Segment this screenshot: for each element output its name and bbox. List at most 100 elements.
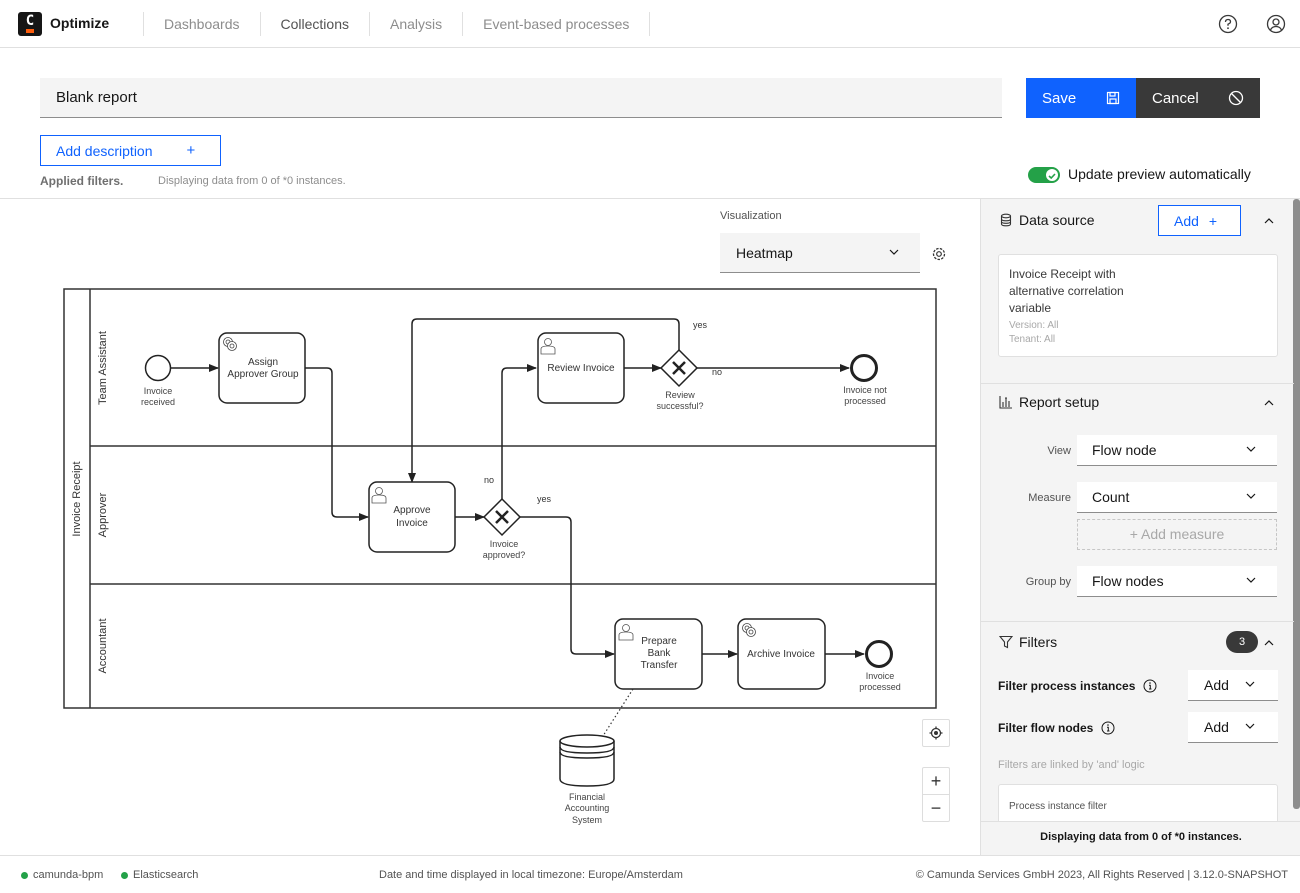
nav-analysis[interactable]: Analysis xyxy=(368,12,462,36)
status-dot xyxy=(121,871,128,879)
report-setup-header: Report setup xyxy=(999,394,1099,410)
filter-count-badge: 3 xyxy=(1226,631,1258,653)
visualization-settings-gear-icon[interactable] xyxy=(930,245,948,263)
camunda-logo-icon[interactable]: C xyxy=(18,12,42,36)
cancel-button[interactable]: Cancel xyxy=(1136,78,1260,118)
status-label: camunda-bpm xyxy=(33,869,104,881)
zoom-out-button[interactable]: − xyxy=(922,794,950,822)
dropdown-value: Add xyxy=(1204,719,1229,735)
flow-label-yes: yes xyxy=(693,320,708,330)
task-assign-approver-group[interactable]: Assign Approver Group xyxy=(218,332,306,404)
measure-value: Count xyxy=(1092,489,1130,505)
page-footer: camunda-bpm Elasticsearch Date and time … xyxy=(0,855,1300,893)
status-label: Elasticsearch xyxy=(133,869,199,881)
chevron-down-icon xyxy=(1245,435,1257,466)
collapse-data-source-chevron-up-icon[interactable] xyxy=(1263,215,1275,227)
task-label-line: Invoice xyxy=(396,518,428,529)
report-view: Invoice Receipt Team Assistant Approver … xyxy=(0,198,980,855)
app-name[interactable]: Optimize xyxy=(50,15,109,31)
gateway-label-line: Invoice xyxy=(490,539,519,549)
start-event-label: Invoice xyxy=(144,386,173,396)
section-divider xyxy=(981,621,1294,622)
pool-label: Invoice Receipt xyxy=(71,461,83,536)
task-review-invoice[interactable]: Review Invoice xyxy=(537,332,625,404)
lane-label-accountant: Accountant xyxy=(97,618,109,673)
bpmn-diagram[interactable]: Invoice Receipt Team Assistant Approver … xyxy=(0,199,980,856)
data-source-card[interactable]: Invoice Receipt with alternative correla… xyxy=(998,254,1278,357)
sidebar-scrollbar[interactable] xyxy=(1293,199,1300,809)
sidebar-instance-count: Displaying data from 0 of *0 instances. xyxy=(981,821,1300,855)
update-preview-label: Update preview automatically xyxy=(1068,166,1251,182)
plus-icon: + xyxy=(1208,212,1218,229)
update-preview-toggle[interactable] xyxy=(1028,167,1060,183)
datastore-label-line: System xyxy=(572,815,602,825)
add-measure-button[interactable]: + Add measure xyxy=(1077,519,1277,550)
add-description-button[interactable]: Add description + xyxy=(40,135,221,166)
collapse-report-setup-chevron-up-icon[interactable] xyxy=(1263,397,1275,409)
filter-card-label: Process instance filter xyxy=(1009,801,1107,812)
section-divider xyxy=(981,383,1294,384)
timezone-text: Date and time displayed in local timezon… xyxy=(379,869,683,881)
applied-filters-label: Applied filters. xyxy=(40,174,124,188)
task-prepare-bank-transfer[interactable]: Prepare Bank Transfer xyxy=(614,618,703,690)
add-description-label: Add description xyxy=(56,142,153,159)
report-name-input[interactable] xyxy=(40,78,1002,118)
task-label-line: Assign xyxy=(248,357,278,368)
visualization-label: Visualization xyxy=(720,210,782,222)
target-icon xyxy=(929,726,943,740)
task-label-line: Transfer xyxy=(641,660,679,671)
info-icon[interactable] xyxy=(1143,679,1157,693)
visualization-value: Heatmap xyxy=(736,245,793,261)
reset-view-button[interactable] xyxy=(922,719,950,747)
filter-icon xyxy=(999,635,1013,649)
nav-collections[interactable]: Collections xyxy=(259,12,369,36)
collapse-filters-chevron-up-icon[interactable] xyxy=(1263,637,1275,649)
dropdown-value: Add xyxy=(1204,677,1229,693)
view-value: Flow node xyxy=(1092,442,1157,458)
process-version: Version: All xyxy=(1009,320,1059,331)
info-icon[interactable] xyxy=(1101,721,1115,735)
status-camunda-bpm: camunda-bpm xyxy=(21,869,103,881)
end-event-label-line: Invoice xyxy=(866,671,895,681)
lane-label-team-assistant: Team Assistant xyxy=(97,331,109,405)
filter-process-instances-text: Filter process instances xyxy=(998,679,1136,693)
gateway-label-line: approved? xyxy=(483,550,526,560)
user-icon[interactable] xyxy=(1266,14,1286,34)
nav-dashboards[interactable]: Dashboards xyxy=(143,12,260,36)
add-label: Add xyxy=(1174,212,1199,229)
save-button[interactable]: Save xyxy=(1026,78,1136,118)
chevron-down-icon xyxy=(1245,566,1257,597)
help-icon[interactable] xyxy=(1218,14,1238,34)
visualization-select[interactable]: Heatmap xyxy=(720,233,920,273)
top-navigation-bar: C Optimize Dashboards Collections Analys… xyxy=(0,0,1300,48)
datastore-financial-accounting-system[interactable]: Financial Accounting System xyxy=(559,734,615,825)
end-event-label-line: processed xyxy=(859,682,901,692)
task-label: Review Invoice xyxy=(547,363,615,374)
add-data-source-button[interactable]: Add + xyxy=(1158,205,1241,236)
datastore-label-line: Accounting xyxy=(565,803,610,813)
filter-flow-nodes-text: Filter flow nodes xyxy=(998,721,1094,735)
task-label-line: Prepare xyxy=(641,636,677,647)
cancel-icon xyxy=(1228,90,1244,106)
copyright-text: © Camunda Services GmbH 2023, All Rights… xyxy=(915,869,1288,881)
nav-event-based-processes[interactable]: Event-based processes xyxy=(462,12,649,36)
task-approve-invoice[interactable]: Approve Invoice xyxy=(368,481,456,553)
cancel-label: Cancel xyxy=(1152,89,1199,107)
zoom-in-button[interactable]: + xyxy=(922,767,950,795)
view-select[interactable]: Flow node xyxy=(1077,435,1277,466)
measure-label: Measure xyxy=(1028,492,1071,504)
start-event-label: received xyxy=(141,397,175,407)
group-by-select[interactable]: Flow nodes xyxy=(1077,566,1277,597)
measure-select[interactable]: Count xyxy=(1077,482,1277,513)
save-icon xyxy=(1106,91,1120,105)
chart-bar-icon xyxy=(999,396,1012,409)
chevron-down-icon xyxy=(1244,712,1256,743)
filter-process-instances-dropdown[interactable]: Add xyxy=(1188,670,1278,701)
flow-label-no: no xyxy=(712,367,722,377)
chevron-down-icon xyxy=(888,233,900,273)
checkmark-icon xyxy=(1048,173,1056,180)
task-archive-invoice[interactable]: Archive Invoice xyxy=(737,618,826,690)
gateway-label-line: Review xyxy=(665,390,695,400)
chevron-down-icon xyxy=(1244,670,1256,701)
filter-flow-nodes-dropdown[interactable]: Add xyxy=(1188,712,1278,743)
